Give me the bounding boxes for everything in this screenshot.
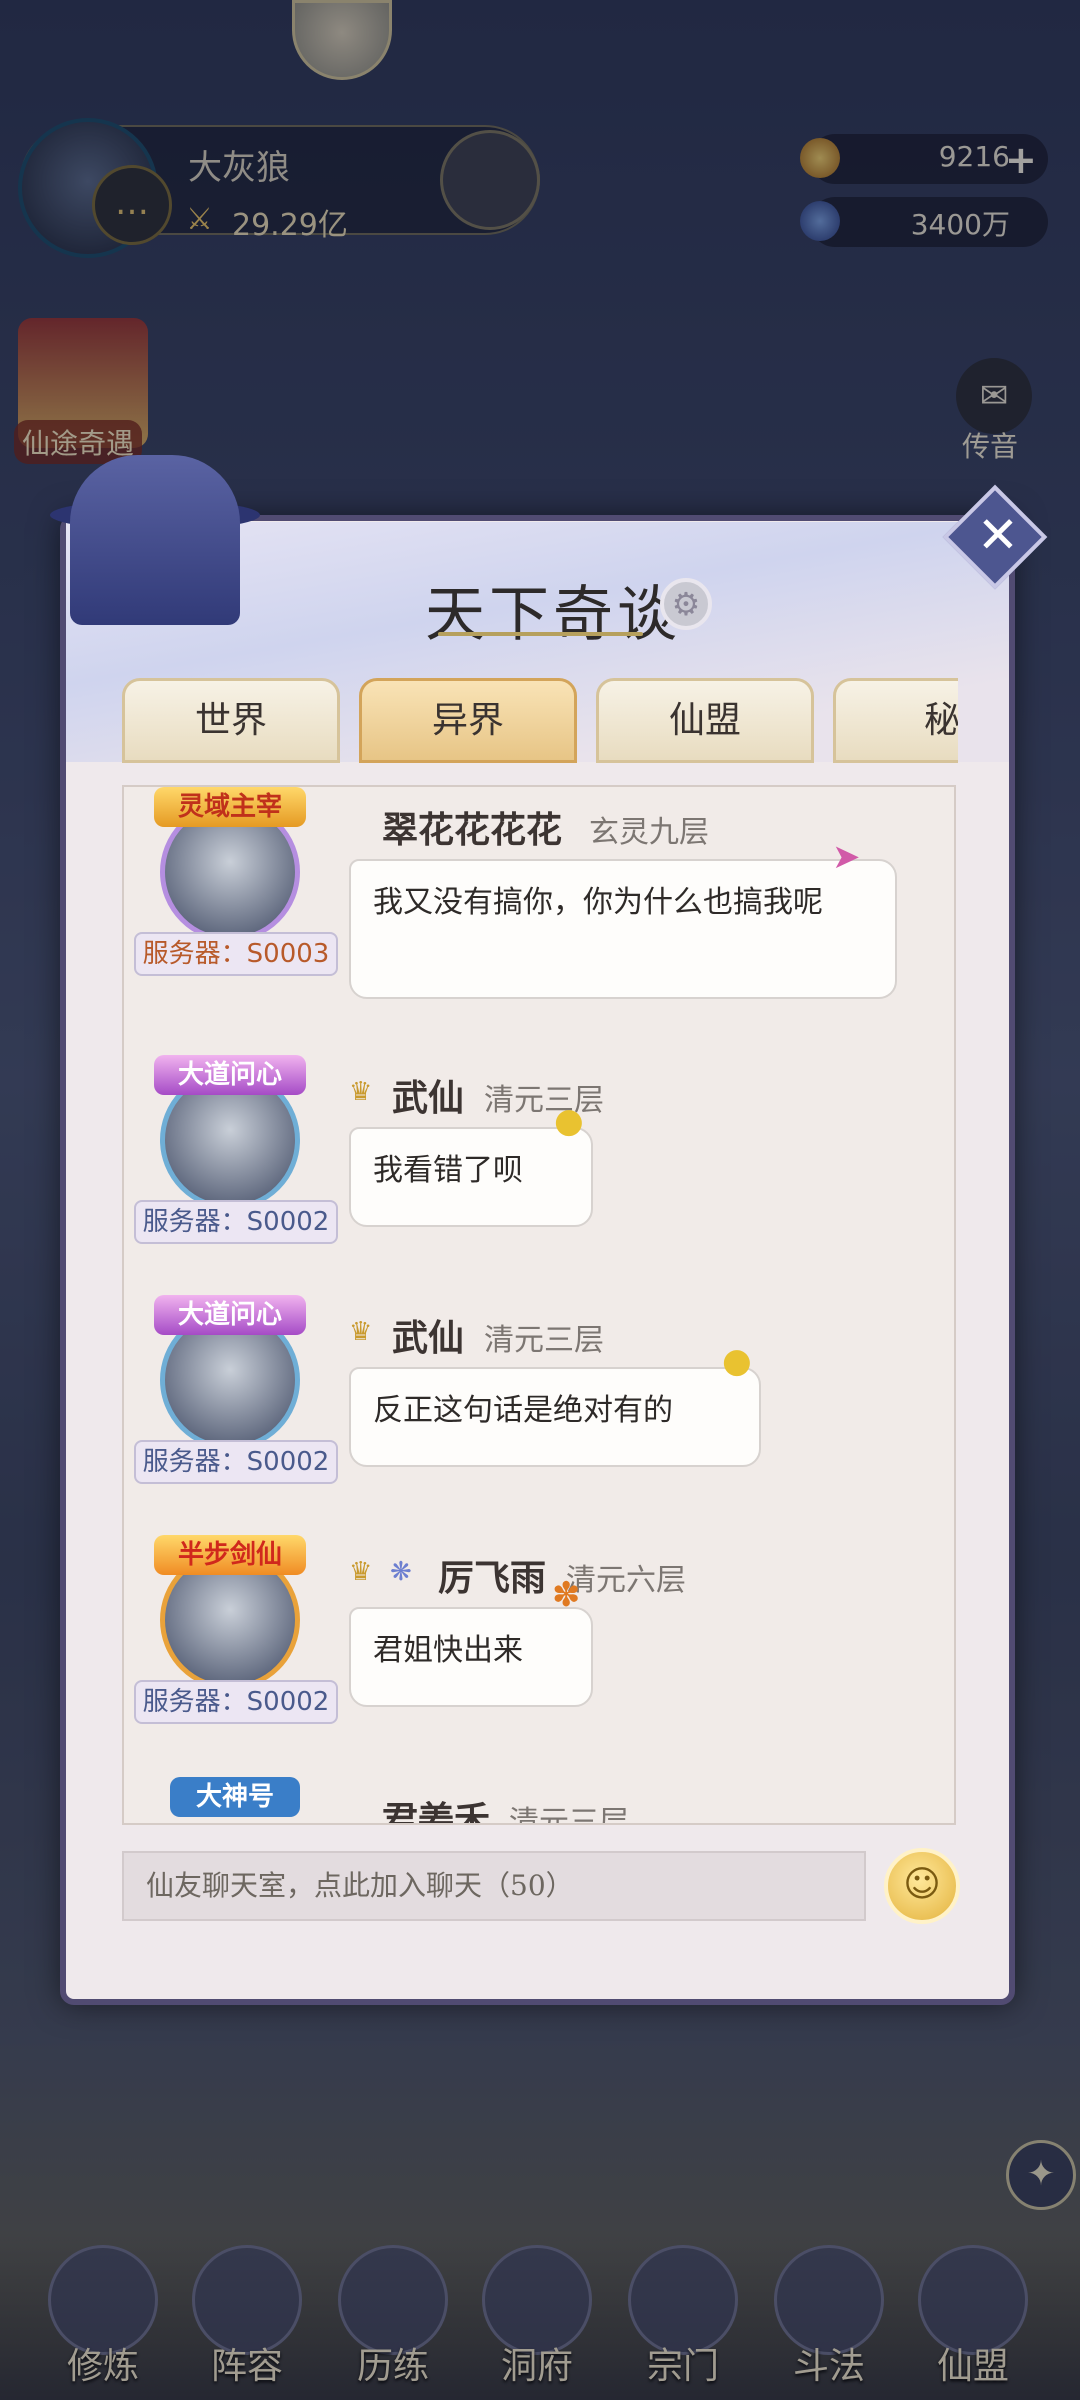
close-icon[interactable]: ✕ [966, 503, 1030, 567]
user-realm: 清元三层 [484, 1083, 604, 1118]
user-realm: 玄灵九层 [589, 815, 709, 850]
title-badge: 大道问心 [154, 1055, 306, 1095]
pagoda-decoration [70, 455, 240, 625]
message-bubble[interactable]: 我看错了呗 [349, 1127, 593, 1227]
settings-gear-icon[interactable]: ⚙ [660, 578, 712, 630]
dialog-title: 天下奇谈 [425, 580, 681, 650]
rank-icon: ♛ [349, 1077, 373, 1107]
user-realm: 清元六层 [566, 1563, 686, 1598]
tab-world[interactable]: 世界 [122, 678, 340, 763]
title-badge: 大神号 [170, 1777, 300, 1817]
message-bubble[interactable]: 君姐快出来 [349, 1607, 593, 1707]
duck-icon: ● [722, 1341, 752, 1381]
chat-message-list[interactable]: 灵域主宰 服务器：S0003 翠花花花花 玄灵九层 我又没有搞你，你为什么也搞我… [122, 785, 956, 1825]
tab-secret[interactable]: 秘 [833, 678, 958, 763]
tab-alliance[interactable]: 仙盟 [596, 678, 814, 763]
user-name[interactable]: 厉飞雨 [438, 1549, 546, 1601]
tab-other-realm[interactable]: 异界 [359, 678, 577, 763]
chat-input[interactable]: 仙友聊天室，点此加入聊天（50） [122, 1851, 866, 1921]
user-name[interactable]: 武仙 [392, 1309, 464, 1361]
title-badge: 大道问心 [154, 1295, 306, 1335]
paper-plane-icon: ➤ [832, 837, 861, 877]
rank-icon: ♛ [349, 1317, 373, 1347]
message-bubble[interactable]: 反正这句话是绝对有的 [349, 1367, 761, 1467]
title-divider [438, 632, 643, 636]
duck-icon: ● [554, 1101, 584, 1141]
chat-tabs: 世界 异界 仙盟 秘 [122, 678, 958, 763]
message-bubble[interactable]: 我又没有搞你，你为什么也搞我呢 [349, 859, 897, 999]
dragon-icon: ✽ [552, 1575, 581, 1615]
rank-icon: ♛ [349, 1557, 373, 1587]
user-name[interactable]: 武仙 [392, 1069, 464, 1121]
server-label: 服务器：S0002 [134, 1440, 338, 1484]
title-badge: 半步剑仙 [154, 1535, 306, 1575]
server-label: 服务器：S0002 [134, 1200, 338, 1244]
user-name[interactable]: 翠花花花花 [382, 801, 562, 853]
server-label: 服务器：S0003 [134, 932, 338, 976]
user-realm: 清元三层 [484, 1323, 604, 1358]
emoji-icon[interactable]: ☺ [884, 1848, 960, 1924]
title-badge: 灵域主宰 [154, 787, 306, 827]
user-realm: 清元三层 [509, 1805, 629, 1825]
server-label: 服务器：S0002 [134, 1680, 338, 1724]
spirit-beast-icon: ❋ [390, 1557, 412, 1587]
user-name[interactable]: 君姜禾 [382, 1791, 490, 1823]
